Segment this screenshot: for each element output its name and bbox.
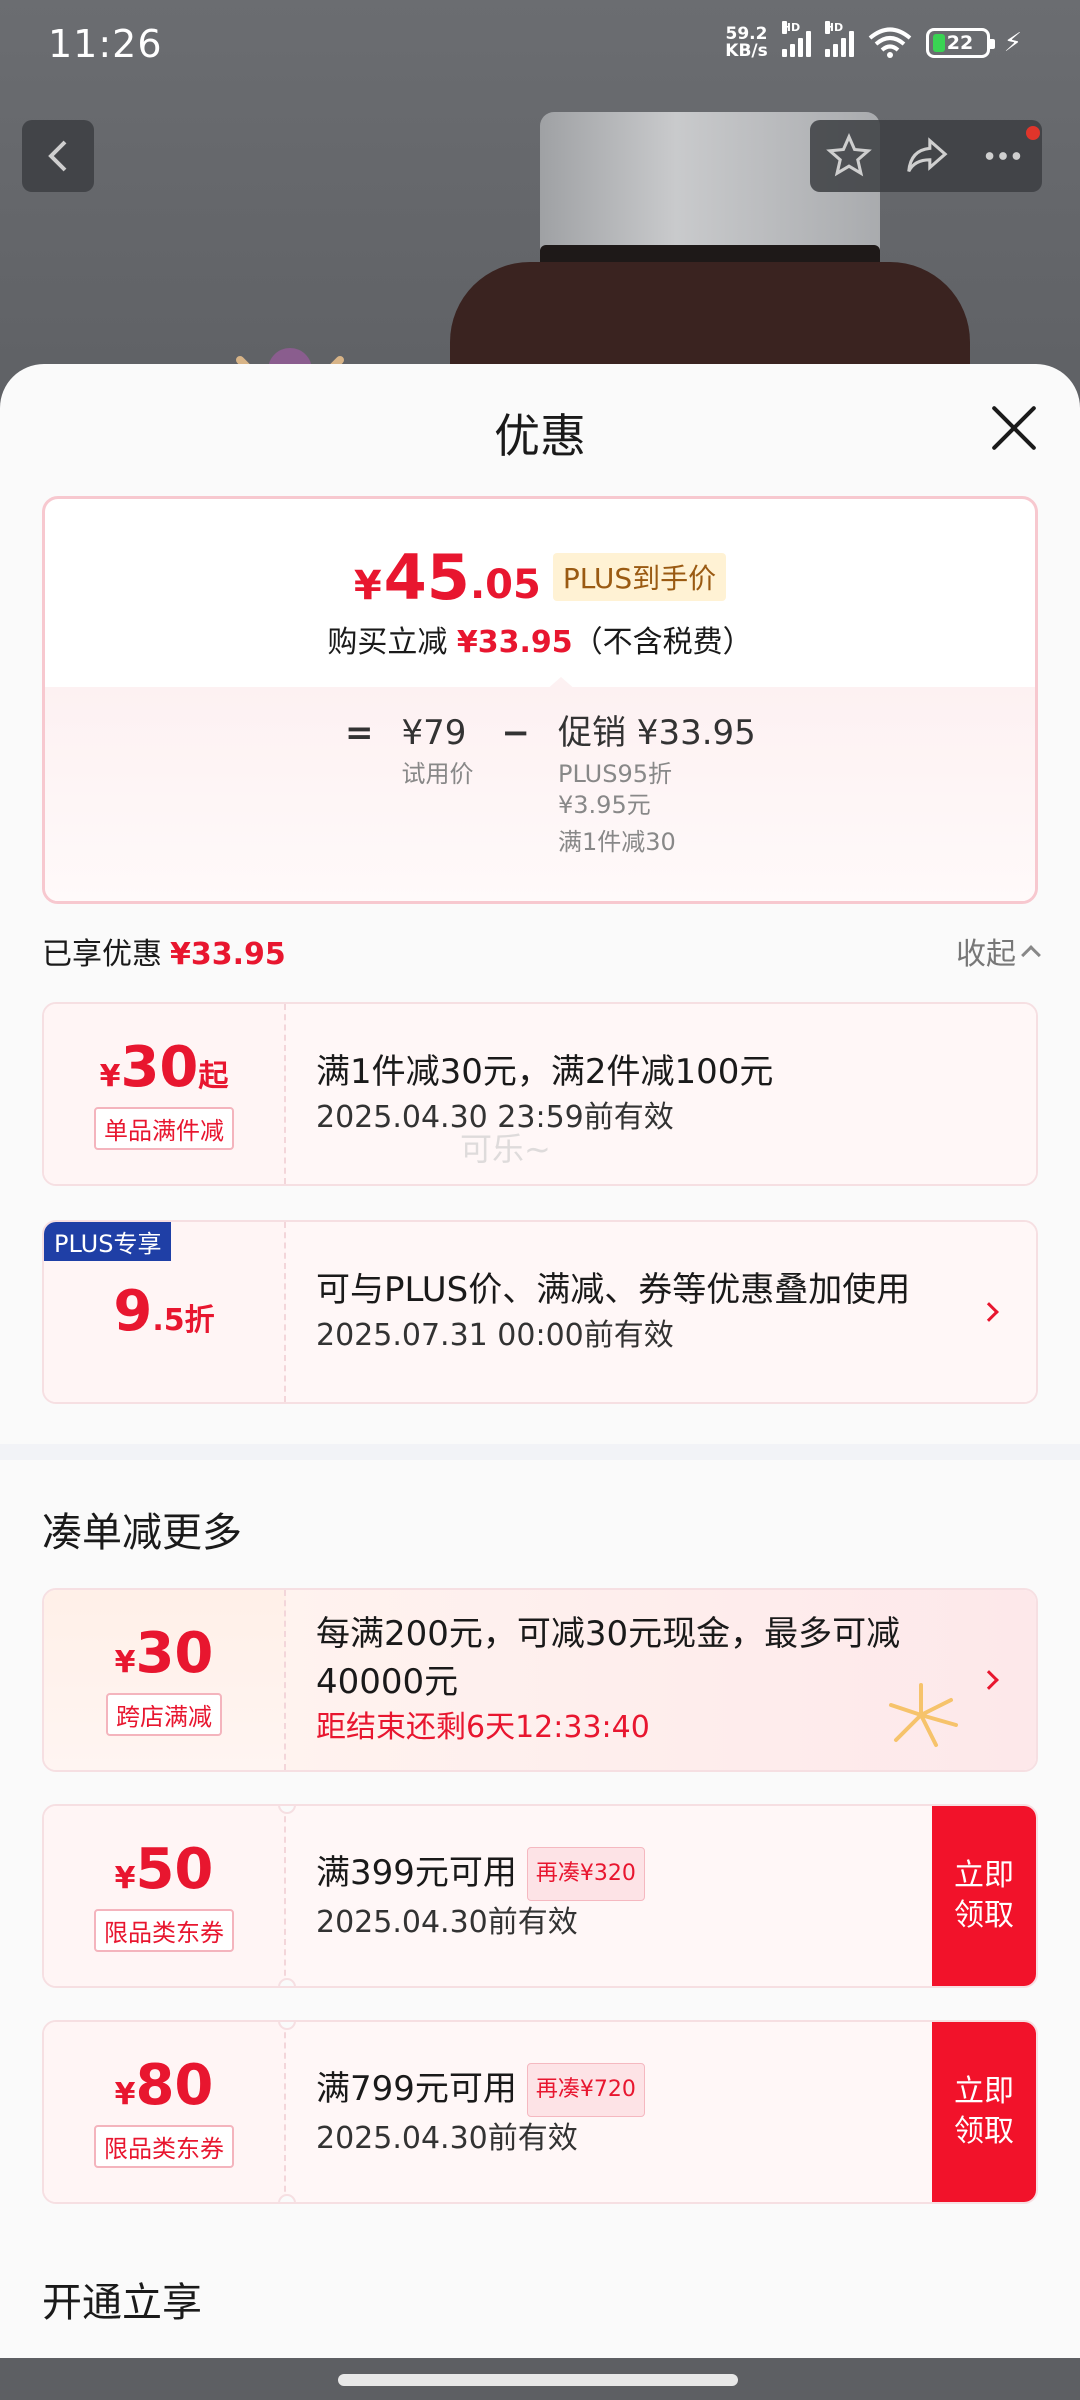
section-title-more: 凑单减更多 [42,1510,242,1556]
summary-top: ¥ 45 .05 PLUS到手价 购买立减 ¥33.95（不含税费） [45,499,1035,687]
home-indicator[interactable] [338,2374,738,2386]
coupon-title: 满1件减30元，满2件减100元 [316,1052,774,1092]
coupon-title: 每满200元，可减30元现金，最多可减40000元 [316,1614,901,1702]
gap-tag: 再凑¥720 [526,2063,645,2117]
final-price-row: ¥ 45 .05 PLUS到手价 [45,547,1035,609]
signal-icon-2: HD [824,21,854,57]
top-actions [810,120,1042,192]
charging-icon: ⚡ [1003,28,1022,58]
cross-store-promo-card[interactable]: ¥ 30 跨店满减 每满200元，可减30元现金，最多可减40000元 距结束还… [42,1588,1038,1772]
coupon-amount: ¥ 50 [114,1836,214,1902]
enjoyed-discount: 已享优惠 ¥33.95 [42,937,286,972]
coupon-amount: ¥ 30 起 [99,1034,229,1100]
coupon-right: 满399元可用 再凑¥320 2025.04.30前有效 [286,1806,1036,1986]
back-button[interactable] [22,120,94,192]
coupon-validity: 2025.04.30前有效 [316,1905,578,1940]
jd-coupon-card-50: ¥ 50 限品类东券 满399元可用 再凑¥320 2025.04.30前有效 立… [42,1804,1038,1988]
status-icons: 59.2 KB/s HD HD 22 ⚡ [725,21,1022,61]
section-divider [0,1444,1080,1460]
collapse-button[interactable]: 收起 [956,929,1041,973]
sparkle-decoration [889,1683,958,1747]
watermark: 可乐~ [460,1130,551,1168]
coupon-title: 满799元可用 再凑¥720 [316,2063,916,2117]
battery-icon: 22 [925,28,995,58]
coupon-left: ¥ 30 起 单品满件减 [44,1004,286,1184]
coupon-right: 满1件减30元，满2件减100元 2025.04.30 23:59前有效 [286,1004,1036,1184]
pointer-arrow [545,677,577,691]
coupon-title: 可与PLUS价、满减、券等优惠叠加使用 [316,1270,911,1310]
claim-button[interactable]: 立即 领取 [932,2022,1036,2202]
coupon-type-tag: 限品类东券 [94,2124,234,2168]
coupon-type-tag: 限品类东券 [94,1908,234,1952]
coupon-card-plus[interactable]: 9 .5折 PLUS专享 可与PLUS价、满减、券等优惠叠加使用 2025.07… [42,1220,1038,1404]
coupon-left: ¥ 50 限品类东券 [44,1806,286,1986]
plus-exclusive-badge: PLUS专享 [44,1222,172,1261]
discount-sheet: 优惠 ¥ 45 .05 PLUS到手价 购买立减 ¥33.95（不含税费） = [0,364,1080,2358]
background-product-page: 11:26 59.2 KB/s HD HD 22 ⚡ [0,0,1080,400]
close-icon[interactable] [990,404,1038,452]
plus-price-tag: PLUS到手价 [552,553,727,601]
status-bar: 11:26 59.2 KB/s HD HD 22 ⚡ [0,0,1080,95]
network-speed: 59.2 KB/s [725,24,768,61]
price-summary-card: ¥ 45 .05 PLUS到手价 购买立减 ¥33.95（不含税费） = ¥79… [42,496,1038,904]
star-icon[interactable] [825,133,872,179]
jd-coupon-card-80: ¥ 80 限品类东券 满799元可用 再凑¥720 2025.04.30前有效 立… [42,2020,1038,2204]
coupon-validity: 2025.07.31 00:00前有效 [316,1318,674,1353]
coupon-amount: ¥ 80 [114,2052,214,2118]
final-price: ¥ 45 .05 [353,541,541,614]
status-time: 11:26 [48,22,163,66]
system-nav-bar [0,2358,1080,2400]
share-icon[interactable] [903,133,949,179]
wifi-icon [868,27,912,58]
chevron-up-icon [1021,945,1041,965]
coupon-amount: ¥ 30 [114,1620,214,1686]
promo-breakdown: 促销 ¥33.95 PLUS95折 ¥3.95元 满1件减30 [558,713,756,856]
price-breakdown: = ¥79 试用价 − 促销 ¥33.95 PLUS95折 ¥3.95元 满1件… [45,687,1035,901]
section-title-open: 开通立享 [42,2280,202,2326]
coupon-type-tag: 跨店满减 [106,1692,222,1736]
claim-button[interactable]: 立即 领取 [932,1806,1036,1986]
chevron-left-icon [48,140,67,172]
coupon-validity: 2025.04.30 23:59前有效 [316,1100,674,1135]
save-line: 购买立减 ¥33.95（不含税费） [327,625,753,660]
coupon-left: ¥ 80 限品类东券 [44,2022,286,2202]
more-icon[interactable] [980,133,1026,179]
notification-dot [1026,126,1040,140]
coupon-type-tag: 单品满件减 [94,1106,234,1150]
gap-tag: 再凑¥320 [526,1847,645,1901]
countdown: 距结束还剩6天12:33:40 [316,1710,650,1745]
base-price: ¥79 试用价 [401,713,474,788]
coupon-right: 满799元可用 再凑¥720 2025.04.30前有效 [286,2022,1036,2202]
coupon-validity: 2025.04.30前有效 [316,2121,578,2156]
sheet-title: 优惠 [494,409,586,463]
coupon-title: 满399元可用 再凑¥320 [316,1847,916,1901]
signal-icon: HD [781,21,811,57]
coupon-left: ¥ 30 跨店满减 [44,1590,286,1770]
price-formula: = ¥79 试用价 − 促销 ¥33.95 PLUS95折 ¥3.95元 满1件… [345,713,756,856]
coupon-right: 可与PLUS价、满减、券等优惠叠加使用 2025.07.31 00:00前有效 [286,1222,1036,1402]
coupon-amount: 9 .5折 [113,1279,215,1344]
